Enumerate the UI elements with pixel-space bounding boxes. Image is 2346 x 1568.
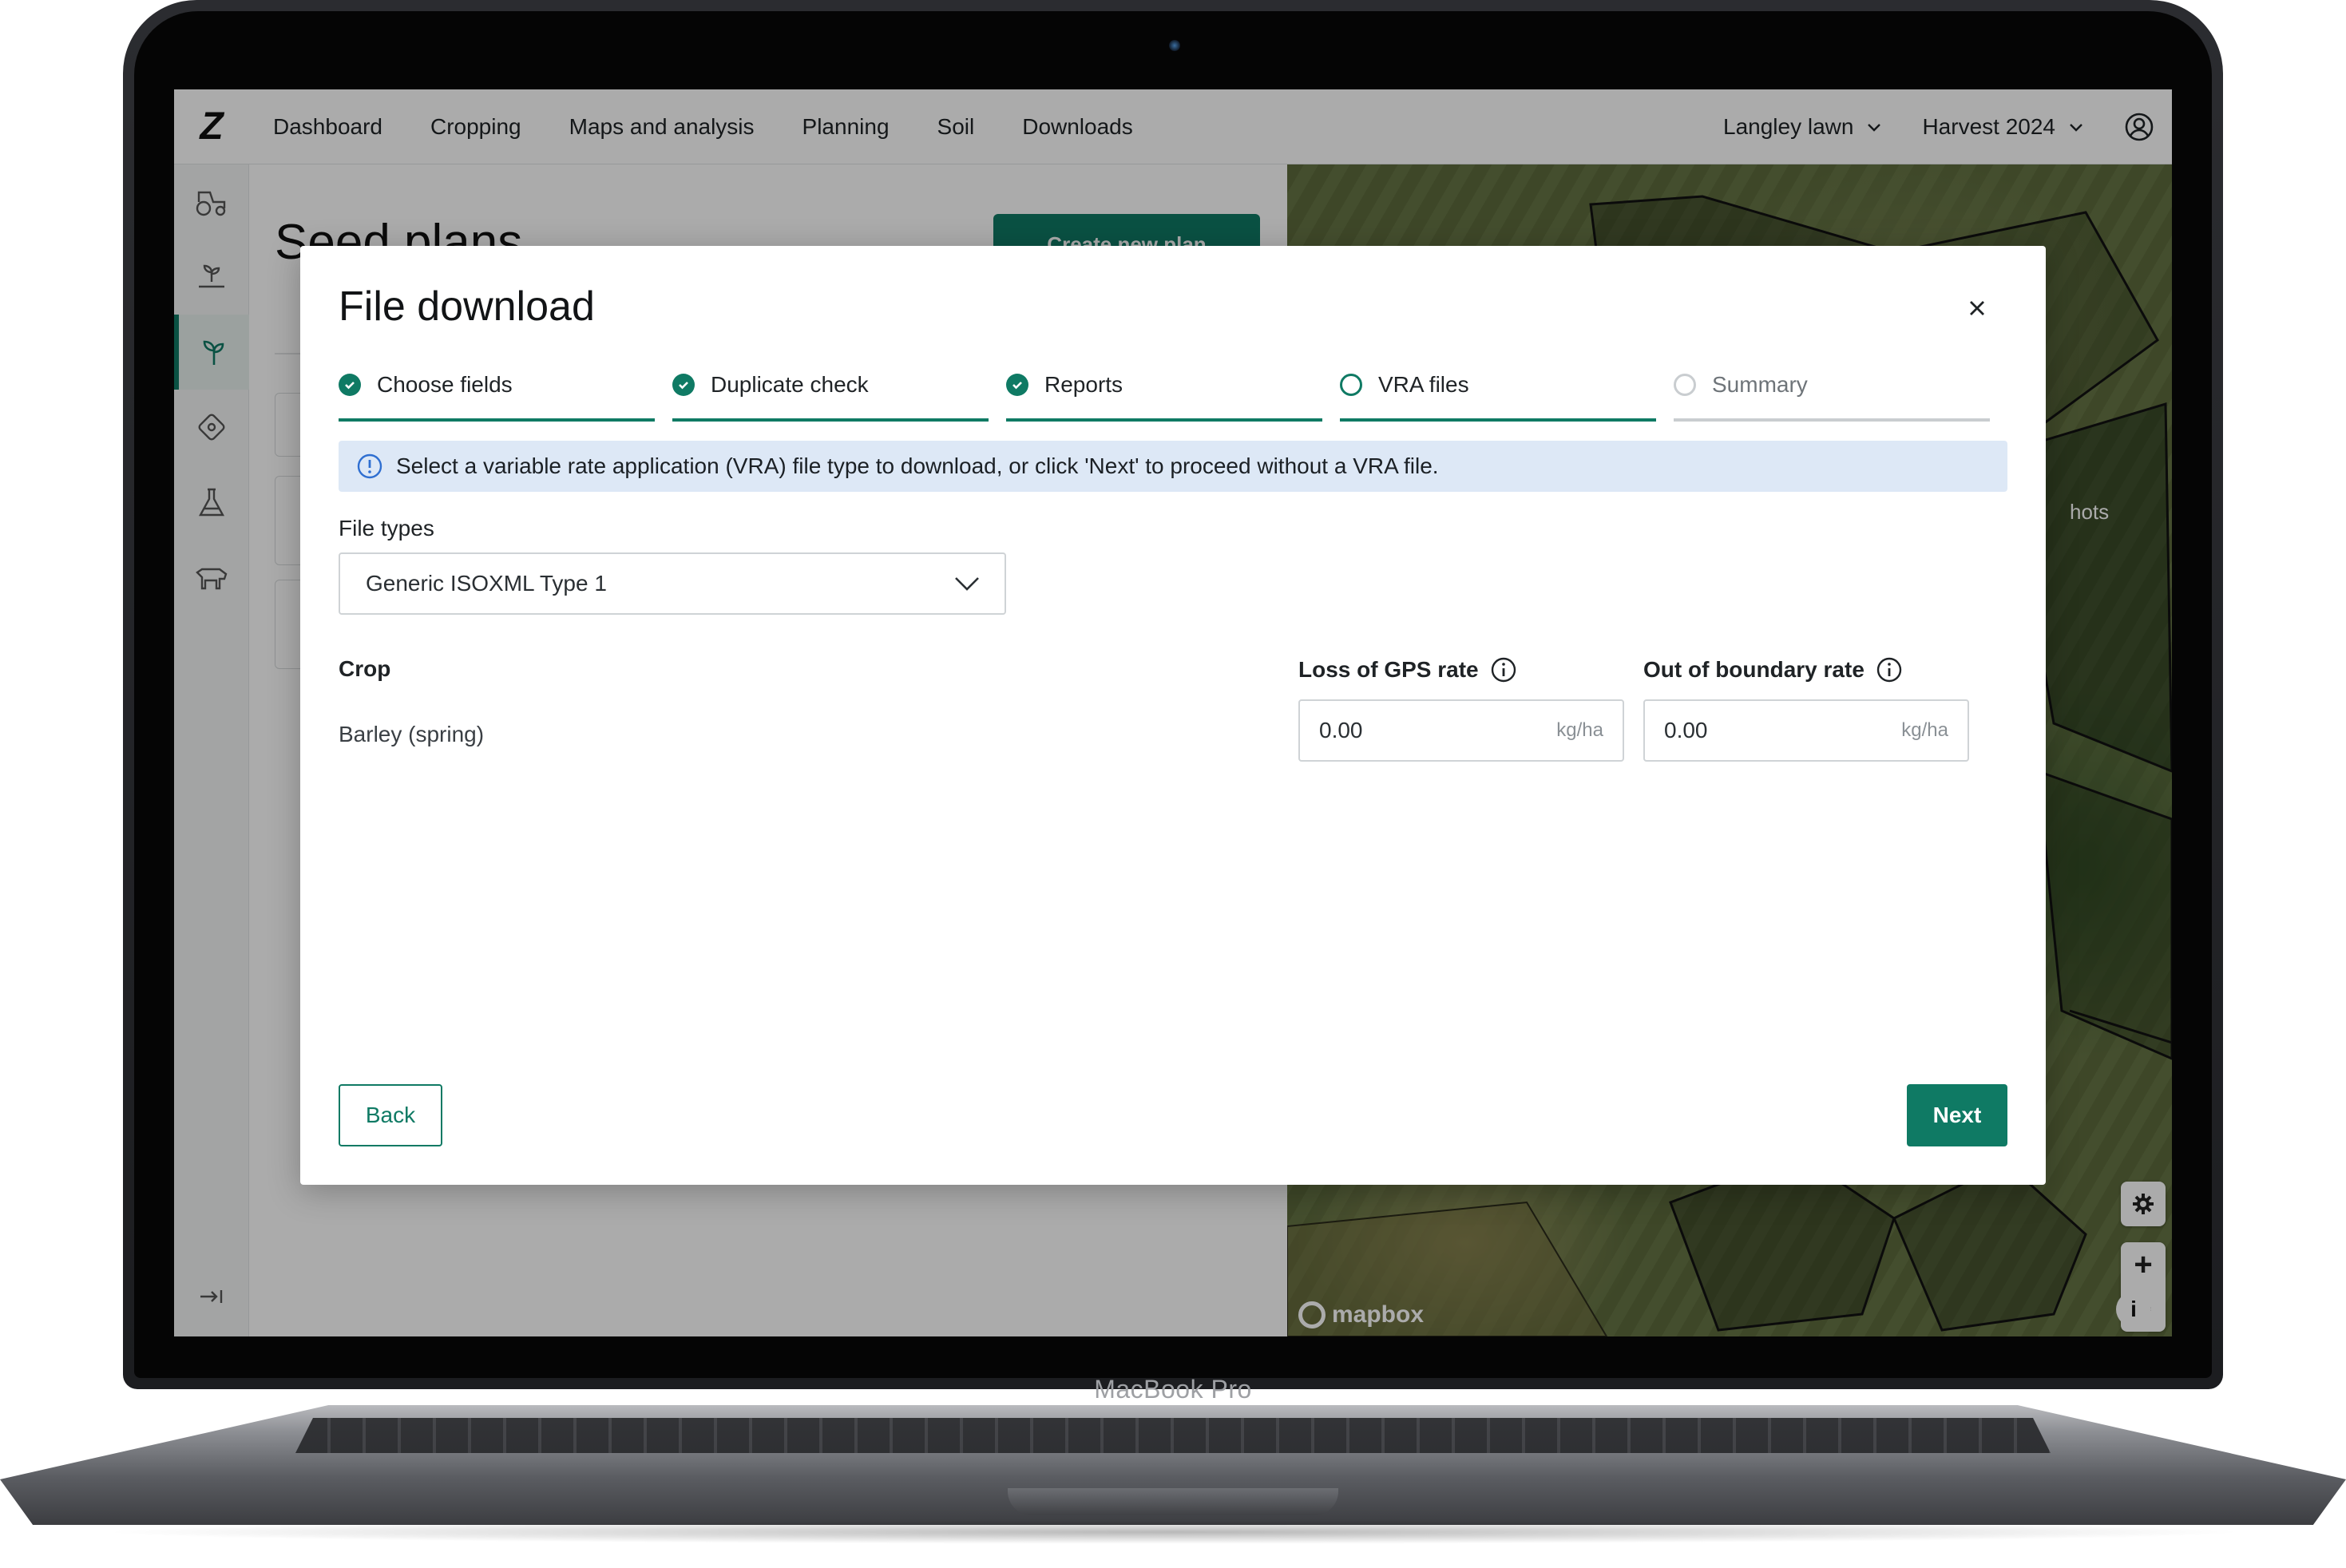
step-summary[interactable]: Summary bbox=[1674, 364, 1990, 422]
step-duplicate-check[interactable]: Duplicate check bbox=[672, 364, 989, 422]
file-type-select[interactable]: Generic ISOXML Type 1 bbox=[339, 552, 1006, 615]
info-icon[interactable] bbox=[1876, 656, 1903, 683]
out-of-boundary-rate-value: 0.00 bbox=[1664, 718, 1708, 742]
next-button[interactable]: Next bbox=[1907, 1084, 2007, 1146]
step-progress-bar bbox=[1340, 418, 1656, 422]
step-label: Summary bbox=[1712, 372, 1808, 397]
step-label: VRA files bbox=[1378, 372, 1469, 397]
pending-step-circle-icon bbox=[1674, 374, 1696, 396]
info-icon[interactable] bbox=[1490, 656, 1517, 683]
trackpad-notch bbox=[1008, 1488, 1338, 1515]
check-circle-icon bbox=[672, 374, 695, 396]
step-vra-files[interactable]: VRA files bbox=[1340, 364, 1656, 422]
loss-of-gps-rate-label: Loss of GPS rate bbox=[1298, 657, 1479, 682]
info-banner: Select a variable rate application (VRA)… bbox=[339, 441, 2007, 492]
step-progress-bar bbox=[339, 418, 655, 422]
file-type-value: Generic ISOXML Type 1 bbox=[366, 571, 607, 596]
dialog-title: File download bbox=[339, 283, 595, 330]
step-progress-bar bbox=[1006, 418, 1322, 422]
out-of-boundary-rate-header: Out of boundary rate bbox=[1643, 656, 1903, 683]
step-progress-bar bbox=[1674, 418, 1990, 422]
check-circle-icon bbox=[339, 374, 361, 396]
check-circle-icon bbox=[1006, 374, 1028, 396]
progress-stepper: Choose fields Duplicate check Reports VR… bbox=[339, 364, 1990, 422]
info-banner-text: Select a variable rate application (VRA)… bbox=[396, 453, 1439, 478]
screen: Z Dashboard Cropping Maps and analysis P… bbox=[174, 89, 2172, 1336]
step-choose-fields[interactable]: Choose fields bbox=[339, 364, 655, 422]
close-button[interactable] bbox=[1960, 291, 1995, 326]
step-label: Reports bbox=[1044, 372, 1123, 397]
close-icon bbox=[1970, 301, 1984, 315]
loss-of-gps-rate-input[interactable]: 0.00 kg/ha bbox=[1298, 699, 1624, 762]
out-of-boundary-rate-label: Out of boundary rate bbox=[1643, 657, 1865, 682]
base-shadow bbox=[96, 1520, 2252, 1544]
unit-suffix: kg/ha bbox=[1901, 719, 1948, 741]
camera-dot bbox=[1169, 40, 1180, 51]
info-circle-icon bbox=[356, 453, 383, 480]
step-reports[interactable]: Reports bbox=[1006, 364, 1322, 422]
device-label: MacBook Pro bbox=[1094, 1375, 1252, 1404]
crop-name: Barley (spring) bbox=[339, 722, 485, 746]
step-label: Choose fields bbox=[377, 372, 513, 397]
file-types-label: File types bbox=[339, 516, 434, 540]
back-button[interactable]: Back bbox=[339, 1084, 442, 1146]
loss-of-gps-rate-header: Loss of GPS rate bbox=[1298, 656, 1517, 683]
current-step-circle-icon bbox=[1340, 374, 1362, 396]
step-progress-bar bbox=[672, 418, 989, 422]
step-label: Duplicate check bbox=[711, 372, 869, 397]
out-of-boundary-rate-input[interactable]: 0.00 kg/ha bbox=[1643, 699, 1969, 762]
crop-column-header: Crop bbox=[339, 656, 391, 681]
loss-of-gps-rate-value: 0.00 bbox=[1319, 718, 1363, 742]
keyboard-strip bbox=[295, 1418, 2051, 1453]
file-download-dialog: File download Choose fields Duplicate ch… bbox=[300, 246, 2046, 1185]
unit-suffix: kg/ha bbox=[1556, 719, 1603, 741]
chevron-down-icon bbox=[953, 575, 981, 592]
